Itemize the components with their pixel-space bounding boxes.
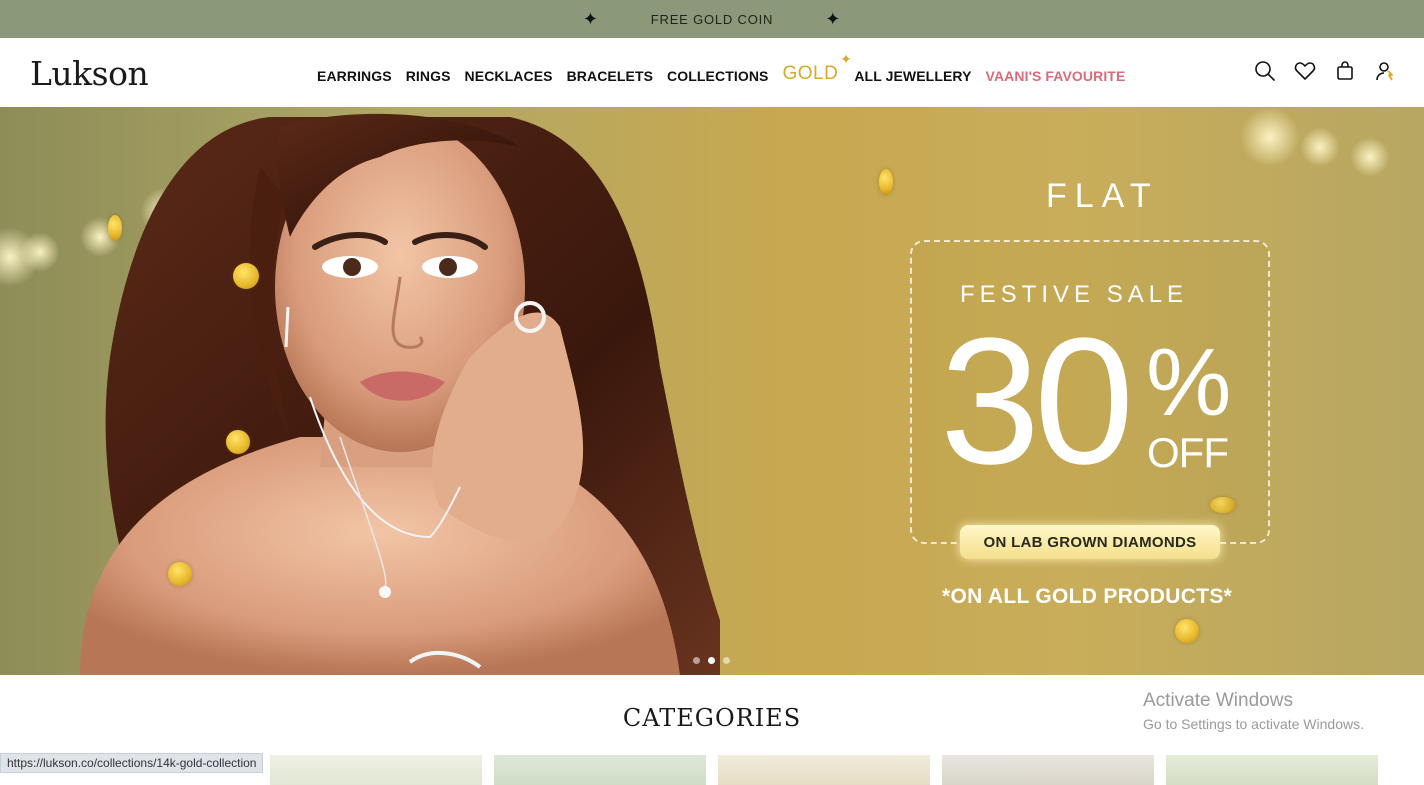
promo-percent-sign: %	[1146, 329, 1232, 436]
main-nav: EARRINGS RINGS NECKLACES BRACELETS COLLE…	[317, 51, 1139, 87]
watermark-line1: Activate Windows	[1143, 690, 1293, 711]
site-header: Lukson EARRINGS RINGS NECKLACES BRACELET…	[0, 38, 1424, 107]
hero-banner[interactable]: FLAT FESTIVE SALE 30 % OFF ON LAB GROWN …	[0, 107, 1424, 675]
category-card[interactable]	[942, 755, 1154, 785]
category-card[interactable]	[718, 755, 930, 785]
nav-necklaces[interactable]: NECKLACES	[465, 68, 553, 84]
heart-icon[interactable]	[1294, 60, 1316, 82]
category-cards	[270, 755, 1378, 785]
nav-rings[interactable]: RINGS	[406, 68, 451, 84]
carousel-dots	[693, 657, 730, 664]
windows-activation-watermark: Activate Windows Go to Settings to activ…	[1143, 690, 1364, 732]
category-card[interactable]	[270, 755, 482, 785]
nav-gold-label: GOLD	[782, 63, 839, 84]
promo-percent-number: 30	[940, 301, 1134, 502]
sparkle-icon: ✦	[840, 51, 853, 67]
nav-collections[interactable]: COLLECTIONS	[667, 68, 768, 84]
search-icon[interactable]	[1254, 60, 1276, 82]
promo-off-text: OFF	[1147, 429, 1229, 476]
nav-vaanis-favourite[interactable]: VAANI'S FAVOURITE	[986, 68, 1126, 84]
link-status-bar: https://lukson.co/collections/14k-gold-c…	[0, 753, 264, 773]
gold-coin	[879, 169, 893, 195]
gold-coin	[1175, 619, 1199, 643]
category-card[interactable]	[1166, 755, 1378, 785]
nav-earrings[interactable]: EARRINGS	[317, 68, 392, 84]
light-glow	[1240, 107, 1300, 167]
nav-bracelets[interactable]: BRACELETS	[567, 68, 653, 84]
announcement-text[interactable]: FREE GOLD COIN	[651, 12, 773, 27]
nav-gold[interactable]: GOLD ✦	[782, 51, 851, 85]
light-glow	[1300, 127, 1340, 167]
brand-logo[interactable]: Lukson	[30, 54, 149, 93]
promo-flat-text: FLAT	[1046, 177, 1159, 215]
gold-coin	[233, 263, 259, 289]
four-point-star-icon: ✦	[582, 9, 599, 29]
light-glow	[1350, 137, 1390, 177]
gold-coin	[226, 430, 250, 454]
category-card[interactable]	[494, 755, 706, 785]
carousel-dot-2[interactable]	[708, 657, 715, 664]
header-actions	[1254, 60, 1396, 82]
four-point-star-icon: ✦	[825, 9, 842, 29]
model-photo	[80, 113, 720, 675]
nav-all-jewellery[interactable]: ALL JEWELLERY	[854, 68, 971, 84]
announcement-bar: ✦ FREE GOLD COIN ✦	[0, 0, 1424, 38]
carousel-dot-3[interactable]	[723, 657, 730, 664]
gold-coin	[168, 562, 192, 586]
bag-icon[interactable]	[1334, 60, 1356, 82]
promo-pill: ON LAB GROWN DIAMONDS	[960, 525, 1220, 559]
carousel-dot-1[interactable]	[693, 657, 700, 664]
gold-coin	[108, 215, 122, 241]
user-icon[interactable]	[1374, 60, 1396, 82]
watermark-line2: Go to Settings to activate Windows.	[1143, 716, 1364, 732]
promo-footnote: *ON ALL GOLD PRODUCTS*	[942, 585, 1233, 608]
